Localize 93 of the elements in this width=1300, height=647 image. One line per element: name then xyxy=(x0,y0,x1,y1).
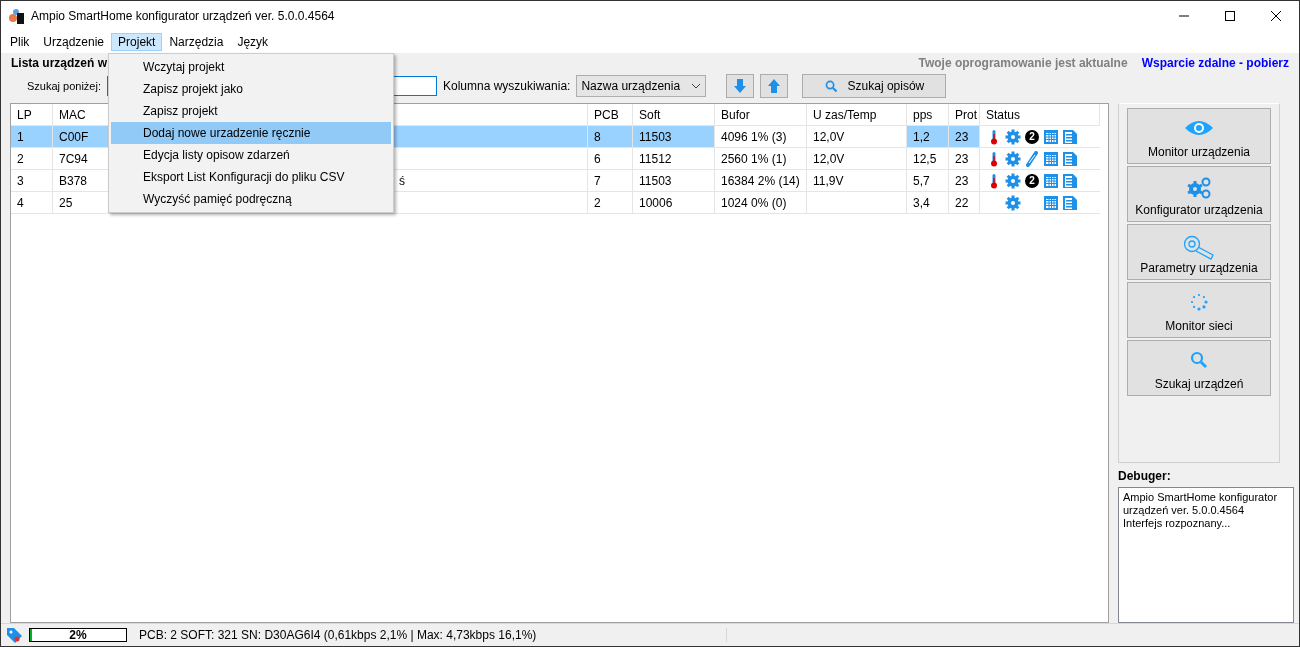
column-header[interactable]: U zas/Temp xyxy=(807,104,907,126)
search-icon xyxy=(1190,351,1208,369)
menu-item[interactable]: Język xyxy=(230,33,276,51)
table-cell: 5,7 xyxy=(907,170,949,192)
eye-icon xyxy=(1184,119,1214,137)
status-info: PCB: 2 SOFT: 321 SN: D30AG6I4 (0,61kbps 2,1% | Max: 4,73kbps 16,1%) xyxy=(139,628,727,642)
table-cell: 12,5 xyxy=(907,148,949,170)
support-link[interactable]: Wsparcie zdalne - pobierz xyxy=(1141,56,1289,70)
move-up-button[interactable] xyxy=(760,74,789,98)
column-header[interactable]: pps xyxy=(907,104,949,126)
gear-icon xyxy=(1005,128,1021,145)
calendar-icon xyxy=(1043,128,1059,145)
side-button[interactable]: Konfigurator urządzenia xyxy=(1127,166,1271,222)
arrow-up-icon xyxy=(768,79,781,93)
table-cell: 23 xyxy=(949,148,980,170)
side-button[interactable]: Parametry urządzenia xyxy=(1127,224,1271,280)
table-cell: 1,2 xyxy=(907,126,949,148)
menu-item[interactable]: Projekt xyxy=(111,33,163,51)
table-cell: 22 xyxy=(949,192,980,214)
tag-icon xyxy=(5,626,23,644)
list-title: Lista urządzeń w xyxy=(11,56,108,70)
arrow-down-icon xyxy=(734,79,747,93)
progress-bar: 2% xyxy=(29,628,127,642)
gears-icon xyxy=(1187,177,1211,199)
app-logo-icon xyxy=(9,8,25,24)
search-descriptions-button[interactable]: Szukaj opisów xyxy=(802,74,947,98)
table-cell: 11503 xyxy=(633,170,715,192)
thermometer-icon xyxy=(990,150,998,167)
table-cell: 3,4 xyxy=(907,192,949,214)
gear-icon xyxy=(1005,172,1021,189)
table-cell: 2 xyxy=(588,192,633,214)
close-icon xyxy=(1271,11,1281,21)
menu-item[interactable]: Urządzenie xyxy=(36,33,112,51)
table-cell: 3 xyxy=(11,170,53,192)
column-header[interactable]: LP xyxy=(11,104,53,126)
table-cell: 4096 1% (3) xyxy=(715,126,807,148)
maximize-icon xyxy=(1225,11,1235,21)
list-icon xyxy=(1062,172,1078,189)
column-select[interactable]: Nazwa urządzenia xyxy=(576,75,707,97)
search-label: Szukaj poniżej: xyxy=(27,80,101,92)
column-header[interactable]: Bufor xyxy=(715,104,807,126)
menu-item[interactable]: Narzędzia xyxy=(162,33,231,51)
thermometer-icon xyxy=(990,128,998,145)
menu-entry[interactable]: Zapisz projekt jako xyxy=(111,78,391,100)
table-cell: 1024 0% (0) xyxy=(715,192,807,214)
side-button[interactable]: Monitor sieci xyxy=(1127,282,1271,338)
table-cell: 1 xyxy=(11,126,53,148)
table-cell: 6 xyxy=(588,148,633,170)
list-icon xyxy=(1062,128,1078,145)
gear-icon xyxy=(1005,150,1021,167)
table-cell: 23 xyxy=(949,126,980,148)
search-icon xyxy=(824,79,838,93)
menu-entry[interactable]: Dodaj nowe urzadzenie ręcznie xyxy=(111,122,391,144)
count-badge: 2 xyxy=(1025,173,1039,188)
spinner-icon xyxy=(1190,293,1208,311)
list-icon xyxy=(1062,150,1078,167)
table-cell: 23 xyxy=(949,170,980,192)
chevron-down-icon xyxy=(691,83,702,89)
column-header[interactable]: Prot xyxy=(949,104,980,126)
table-cell: 7 xyxy=(588,170,633,192)
thermometer-icon xyxy=(990,172,998,189)
table-cell: 2560 1% (1) xyxy=(715,148,807,170)
table-cell: 11512 xyxy=(633,148,715,170)
side-button[interactable]: Szukaj urządzeń xyxy=(1127,340,1271,396)
table-cell: 4 xyxy=(11,192,53,214)
window-title: Ampio SmartHome konfigurator urządzeń ver. 5.0.0.4564 xyxy=(31,9,336,23)
debugger-label: Debuger: xyxy=(1118,469,1172,483)
move-down-button[interactable] xyxy=(726,74,755,98)
wrench-icon xyxy=(1183,235,1215,261)
calendar-icon xyxy=(1043,194,1059,211)
list-icon xyxy=(1062,194,1078,211)
menu-item[interactable]: Plik xyxy=(3,33,37,51)
calendar-icon xyxy=(1043,172,1059,189)
table-cell: 11503 xyxy=(633,126,715,148)
side-button[interactable]: Monitor urządzenia xyxy=(1127,108,1271,164)
link-icon xyxy=(1025,150,1039,167)
column-header[interactable]: Soft xyxy=(633,104,715,126)
table-cell: 16384 2% (14) xyxy=(715,170,807,192)
table-cell: 10006 xyxy=(633,192,715,214)
column-label: Kolumna wyszukiwania: xyxy=(443,79,571,93)
debugger-log: Ampio SmartHome konfigurator urządzeń ver. 5.0.0.4564 Interfejs rozpoznany... xyxy=(1118,487,1294,623)
gear-icon xyxy=(1005,194,1021,211)
update-status: Twoje oprogramowanie jest aktualne xyxy=(918,56,1128,70)
table-cell: 11,9V xyxy=(807,170,907,192)
table-cell: 12,0V xyxy=(807,126,907,148)
column-header[interactable]: Status xyxy=(980,104,1100,126)
table-cell: 12,0V xyxy=(807,148,907,170)
menu-entry[interactable]: Wczytaj projekt xyxy=(111,56,391,78)
table-cell: 8 xyxy=(588,126,633,148)
column-header[interactable]: PCB xyxy=(588,104,633,126)
table-cell: 2 xyxy=(11,148,53,170)
calendar-icon xyxy=(1043,150,1059,167)
count-badge: 2 xyxy=(1025,129,1039,144)
